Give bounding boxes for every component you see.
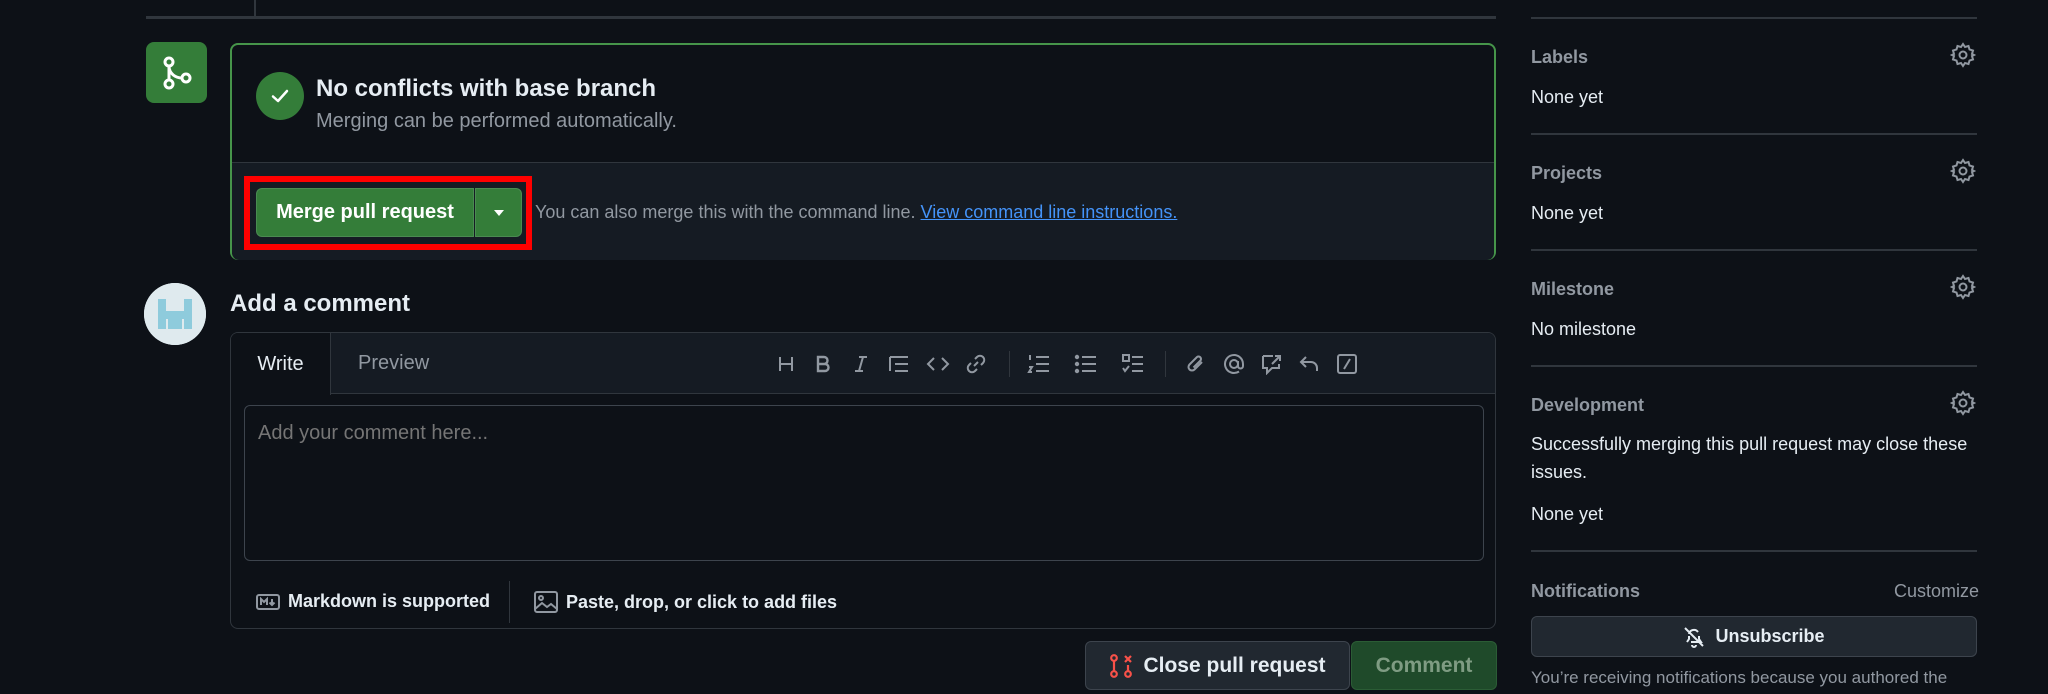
reference-icon[interactable] xyxy=(1256,349,1286,379)
attach-icon[interactable] xyxy=(1181,349,1211,379)
unordered-list-icon[interactable] xyxy=(1071,349,1101,379)
toolbar-divider xyxy=(1009,351,1010,377)
sidebar-divider xyxy=(1531,249,1977,251)
unsubscribe-label: Unsubscribe xyxy=(1715,626,1825,646)
development-description: Successfully merging this pull request m… xyxy=(1531,434,1968,482)
labels-gear-icon[interactable] xyxy=(1950,42,1976,68)
development-title: Development xyxy=(1531,395,1645,415)
sidebar-divider xyxy=(1531,133,1977,135)
git-merge-badge xyxy=(146,42,207,103)
close-pull-request-button[interactable]: Close pull request xyxy=(1085,641,1350,690)
comment-submit-button[interactable]: Comment xyxy=(1351,641,1497,690)
merge-status-title: No conflicts with base branch xyxy=(316,75,657,102)
attach-note-label: Paste, drop, or click to add files xyxy=(566,591,838,612)
customize-notifications-link[interactable]: Customize xyxy=(1894,581,1979,602)
sidebar-divider xyxy=(1531,550,1977,552)
heading-icon[interactable] xyxy=(771,349,801,379)
close-pull-request-label: Close pull request xyxy=(1143,653,1326,677)
mention-icon[interactable] xyxy=(1219,349,1249,379)
image-icon xyxy=(534,591,558,613)
milestone-value: No milestone xyxy=(1531,319,1637,339)
tab-preview[interactable]: Preview xyxy=(358,352,429,375)
check-circle-icon xyxy=(256,72,304,120)
merge-actions: Merge pull request You can also merge th… xyxy=(232,162,1494,260)
command-line-instructions-link[interactable]: View command line instructions. xyxy=(921,202,1178,222)
labels-value: None yet xyxy=(1531,87,1604,107)
toolbar-divider xyxy=(1165,351,1166,377)
merge-help-label: You can also merge this with the command… xyxy=(535,202,921,222)
timeline-connector xyxy=(254,0,256,17)
tab-write[interactable]: Write xyxy=(231,333,331,395)
merge-status: No conflicts with base branch Merging ca… xyxy=(232,45,1494,162)
quote-icon[interactable] xyxy=(884,349,914,379)
unsubscribe-button[interactable]: Unsubscribe xyxy=(1531,616,1977,657)
notifications-reason: You’re receiving notifications because y… xyxy=(1531,668,1948,687)
comment-editor: Write Preview Add your comment here... M… xyxy=(230,332,1496,629)
undo-icon[interactable] xyxy=(1294,349,1324,379)
development-gear-icon[interactable] xyxy=(1950,390,1976,416)
merge-help-text: You can also merge this with the command… xyxy=(535,202,1177,223)
merge-status-subtitle: Merging can be performed automatically. xyxy=(316,110,677,132)
italic-icon[interactable] xyxy=(846,349,876,379)
development-value: None yet xyxy=(1531,504,1604,524)
merge-box: No conflicts with base branch Merging ca… xyxy=(230,43,1496,260)
comment-textarea[interactable] xyxy=(244,405,1484,561)
numbered-list-icon[interactable] xyxy=(1024,349,1054,379)
highlight-box xyxy=(244,176,532,250)
notifications-title: Notifications xyxy=(1531,581,1641,601)
slash-command-icon[interactable] xyxy=(1332,349,1362,379)
bell-slash-icon xyxy=(1684,626,1705,648)
projects-gear-icon[interactable] xyxy=(1950,158,1976,184)
comment-footer: Markdown is supported Paste, drop, or cl… xyxy=(231,571,1495,629)
projects-title: Projects xyxy=(1531,163,1603,183)
projects-value: None yet xyxy=(1531,203,1604,223)
editor-tabbar: Write Preview xyxy=(231,333,1495,395)
sidebar-divider xyxy=(1531,17,1977,19)
code-icon[interactable] xyxy=(923,349,953,379)
markdown-note-label: Markdown is supported xyxy=(288,591,491,611)
bold-icon[interactable] xyxy=(808,349,838,379)
timeline-divider xyxy=(146,16,1496,19)
git-merge-icon xyxy=(163,56,191,89)
attach-files-button[interactable]: Paste, drop, or click to add files xyxy=(534,591,837,613)
sidebar-divider xyxy=(1531,365,1977,367)
avatar[interactable] xyxy=(144,283,206,345)
markdown-icon xyxy=(256,593,280,610)
milestone-title: Milestone xyxy=(1531,279,1615,299)
footer-divider xyxy=(509,581,510,623)
task-list-icon[interactable] xyxy=(1118,349,1148,379)
link-icon[interactable] xyxy=(961,349,991,379)
labels-title: Labels xyxy=(1531,47,1589,67)
add-comment-heading: Add a comment xyxy=(230,290,411,317)
milestone-gear-icon[interactable] xyxy=(1950,274,1976,300)
git-pull-request-closed-icon xyxy=(1110,653,1133,678)
markdown-supported-link[interactable]: Markdown is supported xyxy=(256,591,490,612)
